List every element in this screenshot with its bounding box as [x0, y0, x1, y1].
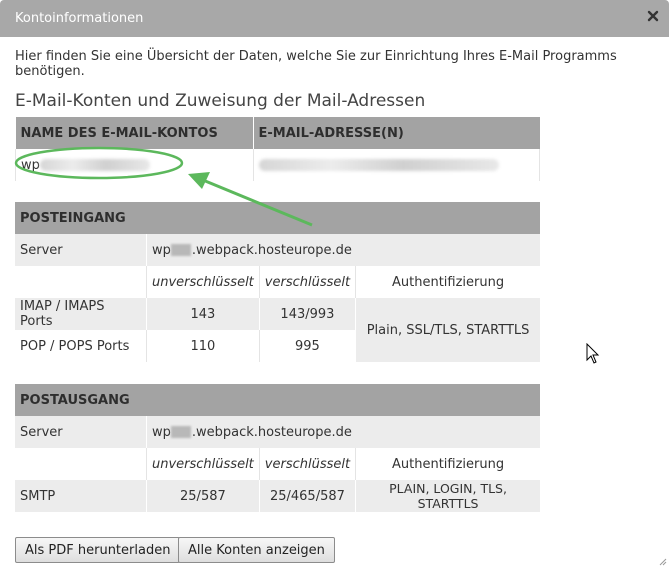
incoming-imap-row: IMAP / IMAPS Ports 143 143/993 Plain, SS…: [15, 298, 540, 362]
outgoing-server-label: Server: [15, 416, 147, 448]
col-header-account-name: NAME DES E-MAIL-KONTOS: [15, 117, 253, 149]
smtp-encrypted: 25/465/587: [258, 480, 356, 512]
incoming-server-label: Server: [15, 234, 147, 266]
download-pdf-button[interactable]: Als PDF herunterladen: [15, 537, 181, 563]
incoming-server-value[interactable]: wp .webpack.hosteurope.de: [146, 234, 540, 266]
incoming-server-prefix: wp: [152, 242, 171, 258]
account-name-cell[interactable]: wp: [15, 149, 253, 181]
outgoing-table: POSTAUSGANG Server wp .webpack.hosteurope…: [15, 384, 540, 512]
account-name-redacted: [39, 159, 150, 171]
outgoing-server-row: Server wp .webpack.hosteurope.de: [15, 416, 540, 448]
smtp-label: SMTP: [15, 480, 147, 512]
outgoing-columns-row: unverschlüsselt verschlüsselt Authentifi…: [15, 448, 540, 480]
smtp-unencrypted: 25/587: [146, 480, 260, 512]
pop-unencrypted: 110: [146, 330, 260, 362]
outgoing-server-redacted: [170, 426, 191, 438]
resize-grip-icon[interactable]: [657, 556, 667, 566]
smtp-auth: PLAIN, LOGIN, TLS, STARTTLS: [355, 480, 540, 512]
incoming-header-row: POSTEINGANG: [15, 202, 540, 234]
dialog-titlebar[interactable]: Kontoinformationen: [0, 0, 669, 37]
outgoing-col-encrypted: verschlüsselt: [258, 448, 356, 480]
account-info-dialog: Kontoinformationen Hier finden Sie eine …: [0, 0, 669, 568]
incoming-col-encrypted: verschlüsselt: [258, 266, 356, 298]
show-all-accounts-button[interactable]: Alle Konten anzeigen: [178, 537, 335, 563]
incoming-col-auth: Authentifizierung: [355, 266, 540, 298]
email-address-cell[interactable]: [252, 149, 540, 181]
pop-encrypted: 995: [258, 330, 356, 362]
outgoing-col-auth: Authentifizierung: [355, 448, 540, 480]
outgoing-title: POSTAUSGANG: [15, 384, 540, 416]
incoming-empty-cell: [15, 266, 147, 298]
incoming-server-row: Server wp .webpack.hosteurope.de: [15, 234, 540, 266]
outgoing-col-unencrypted: unverschlüsselt: [146, 448, 260, 480]
outgoing-empty-cell: [15, 448, 147, 480]
account-row[interactable]: wp: [15, 149, 540, 181]
imap-label: IMAP / IMAPS Ports: [15, 298, 147, 330]
accounts-section-title: E-Mail-Konten und Zuweisung der Mail-Adr…: [15, 91, 426, 111]
incoming-auth-value: Plain, SSL/TLS, STARTTLS: [355, 298, 540, 362]
incoming-col-unencrypted: unverschlüsselt: [146, 266, 260, 298]
mouse-cursor-icon: [586, 343, 600, 364]
outgoing-server-prefix: wp: [152, 424, 171, 440]
email-address-redacted: [258, 159, 499, 171]
account-name-prefix: wp: [21, 157, 40, 173]
accounts-table: NAME DES E-MAIL-KONTOS E-MAIL-ADRESSE(N)…: [15, 117, 540, 181]
intro-text: Hier finden Sie eine Übersicht der Daten…: [15, 49, 617, 79]
incoming-server-redacted: [170, 244, 191, 256]
outgoing-header-row: POSTAUSGANG: [15, 384, 540, 416]
incoming-columns-row: unverschlüsselt verschlüsselt Authentifi…: [15, 266, 540, 298]
imap-unencrypted: 143: [146, 298, 260, 330]
accounts-header-row: NAME DES E-MAIL-KONTOS E-MAIL-ADRESSE(N): [15, 117, 540, 149]
incoming-server-suffix: .webpack.hosteurope.de: [191, 242, 352, 258]
outgoing-server-suffix: .webpack.hosteurope.de: [191, 424, 352, 440]
dialog-title: Kontoinformationen: [15, 11, 144, 26]
incoming-table: POSTEINGANG Server wp .webpack.hosteurope…: [15, 202, 540, 362]
close-icon[interactable]: [647, 10, 659, 22]
incoming-title: POSTEINGANG: [15, 202, 540, 234]
outgoing-smtp-row: SMTP 25/587 25/465/587 PLAIN, LOGIN, TLS…: [15, 480, 540, 512]
outgoing-server-value[interactable]: wp .webpack.hosteurope.de: [146, 416, 540, 448]
pop-label: POP / POPS Ports: [15, 330, 147, 362]
col-header-email-addresses: E-MAIL-ADRESSE(N): [252, 117, 540, 149]
imap-encrypted: 143/993: [258, 298, 356, 330]
